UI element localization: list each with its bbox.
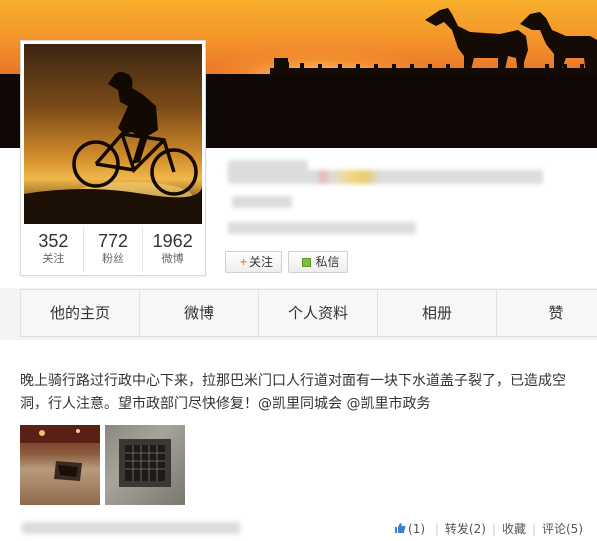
post-text: 晚上骑行路过行政中心下来，拉那巴米门口人行道对面有一块下水道盖子裂了，已造成空洞… bbox=[20, 370, 580, 416]
post-footer: (1) | 转发(2) | 收藏 | 评论(5) bbox=[0, 520, 597, 540]
like-count: (1) bbox=[408, 522, 426, 536]
follow-button[interactable]: + 关注 bbox=[225, 251, 282, 273]
stat-following[interactable]: 352 关注 bbox=[24, 227, 84, 273]
post-image-thumbnail[interactable] bbox=[105, 425, 185, 505]
avatar-card: 352 关注 772 粉丝 1962 微博 bbox=[20, 40, 206, 276]
message-button[interactable]: 私信 bbox=[288, 251, 348, 273]
user-bio-blurred bbox=[228, 222, 416, 234]
avatar[interactable] bbox=[24, 44, 202, 224]
divider: | bbox=[434, 522, 439, 536]
stat-posts-label: 微博 bbox=[161, 252, 184, 265]
tab-home[interactable]: 他的主页 bbox=[20, 290, 139, 336]
divider: | bbox=[531, 522, 536, 536]
thumbs-up-icon bbox=[395, 523, 406, 533]
stat-posts-count: 1962 bbox=[152, 231, 193, 251]
user-meta-blurred bbox=[232, 196, 292, 208]
cyclist-silhouette-graphic bbox=[24, 72, 202, 224]
follow-button-label: 关注 bbox=[249, 255, 274, 269]
stat-following-count: 352 bbox=[38, 231, 69, 251]
stat-followers-count: 772 bbox=[97, 231, 129, 251]
stats-bar: 352 关注 772 粉丝 1962 微博 bbox=[24, 227, 202, 273]
stat-followers-label: 粉丝 bbox=[102, 252, 124, 265]
post-actions: (1) | 转发(2) | 收藏 | 评论(5) bbox=[394, 520, 583, 538]
user-badges-blurred bbox=[228, 170, 543, 184]
tab-profile-info[interactable]: 个人资料 bbox=[258, 290, 377, 336]
broken-manhole-photo-graphic bbox=[20, 425, 100, 481]
message-button-label: 私信 bbox=[315, 255, 340, 269]
divider: | bbox=[491, 522, 496, 536]
repost-button[interactable]: 转发(2) bbox=[445, 522, 486, 536]
tab-album[interactable]: 相册 bbox=[377, 290, 496, 336]
mention-link[interactable]: @凯里同城会 bbox=[258, 396, 342, 412]
message-icon bbox=[302, 258, 312, 267]
profile-tabs: 他的主页 微博 个人资料 相册 赞 bbox=[20, 289, 597, 337]
comment-button[interactable]: 评论(5) bbox=[542, 522, 583, 536]
favorite-button[interactable]: 收藏 bbox=[502, 522, 526, 536]
post-image-thumbnail[interactable] bbox=[20, 425, 100, 505]
like-button[interactable]: (1) bbox=[394, 522, 429, 536]
stat-following-label: 关注 bbox=[42, 252, 65, 265]
tab-weibo[interactable]: 微博 bbox=[139, 290, 258, 336]
stat-posts[interactable]: 1962 微博 bbox=[143, 227, 202, 273]
mention-link[interactable]: @凯里市政务 bbox=[346, 396, 430, 412]
manhole-grate-photo-graphic bbox=[119, 439, 171, 487]
tab-likes[interactable]: 赞 bbox=[496, 290, 597, 336]
post-meta-blurred bbox=[22, 522, 240, 534]
post-card: 晚上骑行路过行政中心下来，拉那巴米门口人行道对面有一块下水道盖子裂了，已造成空洞… bbox=[0, 340, 597, 541]
plus-icon: + bbox=[239, 255, 247, 269]
stat-followers[interactable]: 772 粉丝 bbox=[84, 227, 144, 273]
